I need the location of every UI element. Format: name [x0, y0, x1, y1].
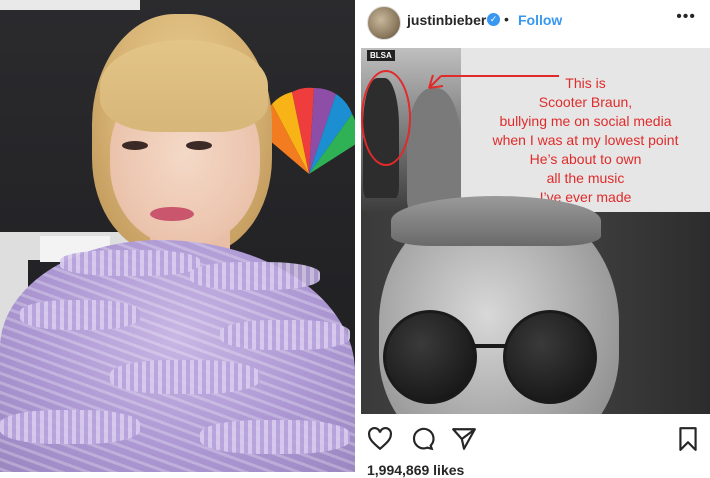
ruffle — [110, 360, 260, 394]
ruffle — [220, 320, 350, 350]
person-right — [407, 88, 461, 212]
caption-line: all the music — [546, 170, 625, 186]
separator-dot: • — [504, 11, 509, 27]
likes-count[interactable]: 1,994,869 likes — [367, 462, 464, 478]
inset-sign: BLSA — [367, 50, 395, 61]
lips — [150, 207, 194, 221]
sunglasses-right-lens — [503, 310, 597, 404]
left-eye — [122, 141, 148, 150]
bangs — [100, 40, 268, 132]
caption-line: This is — [565, 75, 606, 91]
post-image[interactable]: BLSA This is Scooter Braun, bullying me … — [361, 48, 710, 414]
caption-line: when I was at my lowest point — [492, 132, 679, 148]
avatar[interactable] — [367, 6, 401, 40]
caption-line: bullying me on social media — [499, 113, 672, 129]
instagram-post: justinbieber ✓ • Follow ••• BLSA This is… — [361, 0, 710, 478]
annotation-circle — [361, 70, 411, 166]
post-header: justinbieber ✓ • Follow ••• — [361, 0, 710, 48]
sunglasses-left-lens — [383, 310, 477, 404]
action-bar — [361, 420, 710, 456]
bookmark-icon[interactable] — [675, 426, 701, 452]
comment-icon[interactable] — [409, 426, 435, 452]
peacock-logo-icon — [262, 87, 355, 174]
ruffle — [60, 250, 200, 276]
ruffle — [190, 262, 320, 290]
caption-line: He’s about to own — [529, 151, 642, 167]
left-photo — [0, 0, 355, 472]
ruffle — [200, 420, 350, 454]
ruffle — [20, 300, 140, 330]
backdrop-banner — [0, 0, 140, 10]
follow-button[interactable]: Follow — [518, 12, 562, 28]
sunglasses-bridge — [471, 344, 505, 348]
share-icon[interactable] — [451, 426, 477, 452]
more-options-icon[interactable]: ••• — [676, 8, 696, 26]
right-eye — [186, 141, 212, 150]
selfie-hair — [391, 196, 601, 246]
overlay-caption: This is Scooter Braun, bullying me on so… — [461, 74, 710, 207]
verified-badge-icon: ✓ — [487, 13, 500, 26]
ruffle — [0, 410, 140, 444]
heart-icon[interactable] — [367, 426, 393, 452]
caption-line: Scooter Braun, — [538, 94, 633, 110]
username[interactable]: justinbieber — [407, 12, 486, 28]
